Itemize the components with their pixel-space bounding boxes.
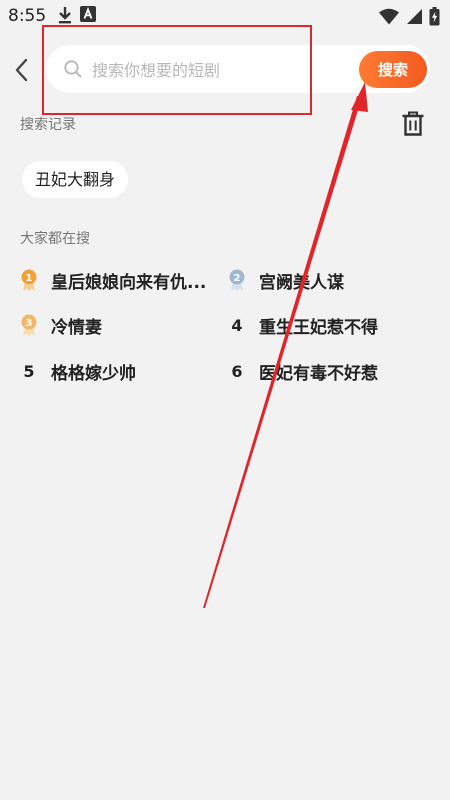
hot-item-2[interactable]: 2 宫阙美人谋: [228, 265, 428, 295]
history-title: 搜索记录: [20, 117, 76, 133]
hot-item-title: 冷情妻: [51, 317, 102, 338]
hot-item-1[interactable]: 1 皇后娘娘向来有仇...: [20, 265, 230, 295]
hot-item-title: 格格嫁少帅: [51, 363, 136, 384]
rank-number: 4: [231, 315, 243, 335]
wifi-icon: [379, 8, 399, 25]
hot-item-4[interactable]: 4 重生王妃惹不得: [228, 310, 428, 340]
svg-text:2: 2: [234, 273, 241, 284]
popular-title: 大家都在搜: [20, 231, 90, 247]
search-input[interactable]: [90, 55, 354, 85]
rank-3-bronze-icon: 3: [20, 313, 38, 337]
hot-item-title: 宫阙美人谋: [259, 272, 344, 293]
hot-item-title: 皇后娘娘向来有仇...: [51, 272, 207, 293]
back-button[interactable]: [10, 56, 34, 84]
search-icon: [64, 60, 82, 78]
rank-2-silver-icon: 2: [228, 268, 246, 292]
status-bar: 8:55: [0, 0, 450, 32]
battery-icon: [429, 7, 440, 26]
hot-item-6[interactable]: 6 医妃有毒不好惹: [228, 356, 438, 386]
cell-signal-icon: [407, 9, 422, 24]
status-time: 8:55: [8, 6, 47, 26]
trash-icon[interactable]: [401, 111, 425, 137]
search-button[interactable]: 搜索: [359, 51, 427, 88]
svg-text:1: 1: [26, 273, 33, 284]
history-chip[interactable]: 丑妃大翻身: [22, 161, 129, 198]
hot-item-5[interactable]: 5 格格嫁少帅: [20, 356, 220, 386]
chevron-left-icon: [15, 58, 28, 82]
download-icon: [59, 7, 71, 24]
keyboard-a-icon: [80, 6, 96, 22]
hot-item-title: 重生王妃惹不得: [259, 317, 378, 338]
hot-item-3[interactable]: 3 冷情妻: [20, 310, 220, 340]
rank-number: 5: [23, 361, 35, 381]
svg-text:3: 3: [26, 318, 33, 329]
hot-item-title: 医妃有毒不好惹: [259, 363, 378, 384]
rank-number: 6: [231, 361, 243, 381]
rank-1-gold-icon: 1: [20, 268, 38, 292]
